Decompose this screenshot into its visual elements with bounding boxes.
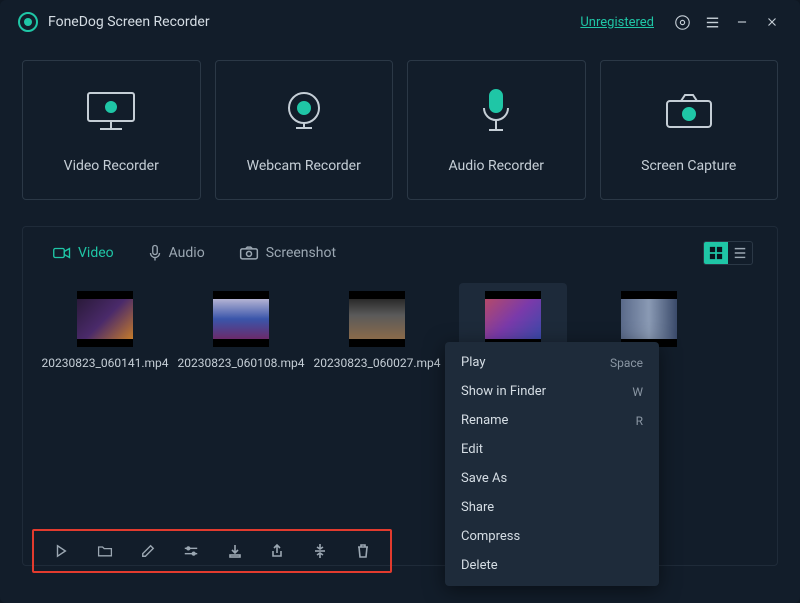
audio-recorder-card[interactable]: Audio Recorder <box>407 60 586 200</box>
share-icon[interactable] <box>270 542 285 560</box>
screen-capture-card[interactable]: Screen Capture <box>600 60 779 200</box>
titlebar: FoneDog Screen Recorder Unregistered <box>0 0 800 44</box>
view-toggle <box>703 241 753 265</box>
card-label: Screen Capture <box>641 158 736 174</box>
folder-icon[interactable] <box>97 542 113 560</box>
ctx-compress[interactable]: Compress <box>445 522 659 551</box>
minimize-button[interactable] <box>730 10 754 34</box>
thumbnail <box>621 291 677 347</box>
media-item[interactable]: 20230823_060108.mp4 <box>187 283 295 379</box>
tab-video[interactable]: Video <box>53 245 114 261</box>
thumbnail <box>349 291 405 347</box>
play-icon[interactable] <box>54 542 69 560</box>
compress-icon[interactable] <box>313 542 328 560</box>
ctx-save-as[interactable]: Save As <box>445 464 659 493</box>
tab-screenshot[interactable]: Screenshot <box>239 245 336 261</box>
tab-label: Video <box>78 245 114 261</box>
trash-icon[interactable] <box>355 542 370 560</box>
webcam-recorder-card[interactable]: Webcam Recorder <box>215 60 394 200</box>
tab-audio[interactable]: Audio <box>148 244 205 262</box>
microphone-icon <box>466 86 526 136</box>
bottom-toolbar <box>32 529 392 573</box>
tab-label: Screenshot <box>266 245 336 261</box>
video-recorder-card[interactable]: Video Recorder <box>22 60 201 200</box>
app-logo <box>18 12 38 32</box>
context-menu: PlaySpace Show in FinderW RenameR Edit S… <box>445 342 659 586</box>
media-item-name: 20230823_060108.mp4 <box>176 355 307 379</box>
list-view-button[interactable] <box>728 242 752 264</box>
ctx-show-in-finder[interactable]: Show in FinderW <box>445 377 659 406</box>
media-gallery: 20230823_060141.mp4 20230823_060108.mp4 … <box>23 273 777 379</box>
webcam-icon <box>274 86 334 136</box>
app-title: FoneDog Screen Recorder <box>48 14 210 30</box>
thumbnail <box>485 291 541 347</box>
media-item-name: 20230823_060141.mp4 <box>40 355 171 379</box>
card-label: Webcam Recorder <box>247 158 361 174</box>
tab-label: Audio <box>169 245 205 261</box>
download-icon[interactable] <box>227 542 242 560</box>
ctx-edit[interactable]: Edit <box>445 435 659 464</box>
feature-row: Video Recorder Webcam Recorder Audio Rec… <box>0 44 800 214</box>
thumbnail <box>77 291 133 347</box>
settings-gear-icon[interactable] <box>670 10 694 34</box>
ctx-play[interactable]: PlaySpace <box>445 348 659 377</box>
monitor-icon <box>81 86 141 136</box>
media-item[interactable]: 20230823_060027.mp4 <box>323 283 431 379</box>
card-label: Audio Recorder <box>448 158 544 174</box>
ctx-share[interactable]: Share <box>445 493 659 522</box>
sliders-icon[interactable] <box>183 542 199 560</box>
ctx-delete[interactable]: Delete <box>445 551 659 580</box>
card-label: Video Recorder <box>64 158 159 174</box>
thumbnail <box>213 291 269 347</box>
close-button[interactable] <box>760 10 784 34</box>
edit-pencil-icon[interactable] <box>141 542 156 560</box>
media-tabs: Video Audio Screenshot <box>23 227 777 273</box>
hamburger-menu-icon[interactable] <box>700 10 724 34</box>
grid-view-button[interactable] <box>704 242 728 264</box>
ctx-rename[interactable]: RenameR <box>445 406 659 435</box>
unregistered-link[interactable]: Unregistered <box>580 15 654 30</box>
media-item-name: 20230823_060027.mp4 <box>312 355 443 379</box>
camera-icon <box>659 86 719 136</box>
media-item[interactable]: 20230823_060141.mp4 <box>51 283 159 379</box>
